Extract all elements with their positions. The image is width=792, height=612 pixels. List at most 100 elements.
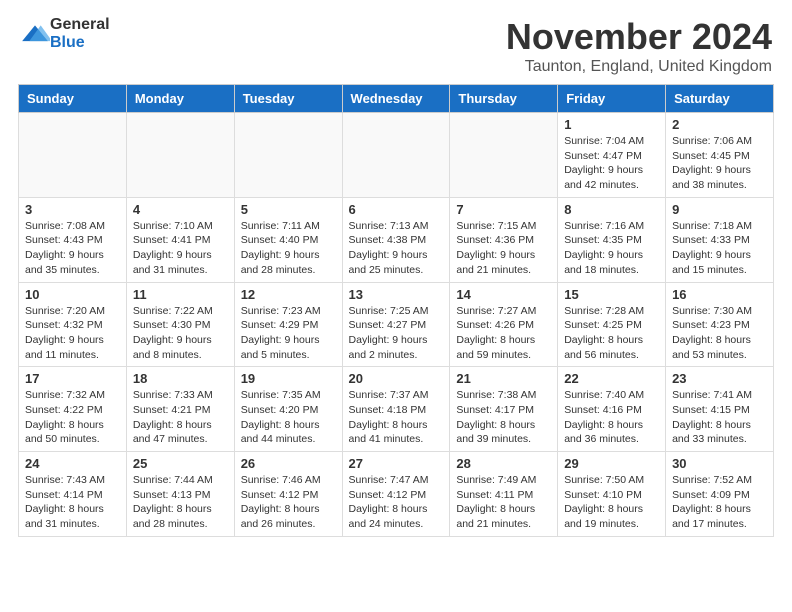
day-number: 3 xyxy=(25,202,120,217)
calendar-cell xyxy=(234,113,342,198)
day-info: Sunrise: 7:06 AM Sunset: 4:45 PM Dayligh… xyxy=(672,134,767,193)
day-number: 11 xyxy=(133,287,228,302)
day-info: Sunrise: 7:46 AM Sunset: 4:12 PM Dayligh… xyxy=(241,473,336,532)
calendar-cell: 14 Sunrise: 7:27 AM Sunset: 4:26 PM Dayli… xyxy=(450,282,558,367)
day-info: Sunrise: 7:11 AM Sunset: 4:40 PM Dayligh… xyxy=(241,219,336,278)
day-info: Sunrise: 7:37 AM Sunset: 4:18 PM Dayligh… xyxy=(349,388,444,447)
calendar-cell xyxy=(126,113,234,198)
calendar-cell: 12Sunrise: 7:23 AM Sunset: 4:29 PM Dayli… xyxy=(234,282,342,367)
day-info: Sunrise: 7:38 AM Sunset: 4:17 PM Dayligh… xyxy=(456,388,551,447)
day-number: 19 xyxy=(241,371,336,386)
day-header-thursday: Thursday xyxy=(450,85,558,113)
header: General Blue November 2024 Taunton, Engl… xyxy=(0,0,792,84)
calendar-week-0: 1 Sunrise: 7:04 AM Sunset: 4:47 PM Daylig… xyxy=(19,113,774,198)
logo-general: General xyxy=(50,16,110,34)
day-number: 25 xyxy=(133,456,228,471)
day-number: 9 xyxy=(672,202,767,217)
day-info: Sunrise: 7:04 AM Sunset: 4:47 PM Dayligh… xyxy=(564,134,659,193)
day-number: 27 xyxy=(349,456,444,471)
day-info: Sunrise: 7:13 AM Sunset: 4:38 PM Dayligh… xyxy=(349,219,444,278)
calendar-cell: 3 Sunrise: 7:08 AM Sunset: 4:43 PM Daylig… xyxy=(19,197,127,282)
calendar-cell: 8Sunrise: 7:16 AM Sunset: 4:35 PM Daylig… xyxy=(558,197,666,282)
day-info: Sunrise: 7:41 AM Sunset: 4:15 PM Dayligh… xyxy=(672,388,767,447)
logo-icon xyxy=(20,24,50,44)
calendar-cell: 11 Sunrise: 7:22 AM Sunset: 4:30 PM Dayli… xyxy=(126,282,234,367)
calendar-header-row: SundayMondayTuesdayWednesdayThursdayFrid… xyxy=(19,85,774,113)
day-number: 14 xyxy=(456,287,551,302)
calendar-cell: 18 Sunrise: 7:33 AM Sunset: 4:21 PM Dayli… xyxy=(126,367,234,452)
day-info: Sunrise: 7:32 AM Sunset: 4:22 PM Dayligh… xyxy=(25,388,120,447)
day-number: 15 xyxy=(564,287,659,302)
calendar-cell: 23 Sunrise: 7:41 AM Sunset: 4:15 PM Dayli… xyxy=(666,367,774,452)
day-number: 12 xyxy=(241,287,336,302)
day-header-friday: Friday xyxy=(558,85,666,113)
month-title: November 2024 xyxy=(506,16,772,58)
title-area: November 2024 Taunton, England, United K… xyxy=(506,16,772,76)
day-info: Sunrise: 7:33 AM Sunset: 4:21 PM Dayligh… xyxy=(133,388,228,447)
day-number: 1 xyxy=(564,117,659,132)
day-info: Sunrise: 7:20 AM Sunset: 4:32 PM Dayligh… xyxy=(25,304,120,363)
day-header-wednesday: Wednesday xyxy=(342,85,450,113)
calendar-cell: 27 Sunrise: 7:47 AM Sunset: 4:12 PM Dayli… xyxy=(342,452,450,537)
calendar-week-4: 24 Sunrise: 7:43 AM Sunset: 4:14 PM Dayli… xyxy=(19,452,774,537)
calendar-cell: 5 Sunrise: 7:11 AM Sunset: 4:40 PM Daylig… xyxy=(234,197,342,282)
calendar-cell xyxy=(450,113,558,198)
day-number: 13 xyxy=(349,287,444,302)
day-number: 8 xyxy=(564,202,659,217)
day-number: 10 xyxy=(25,287,120,302)
day-info: Sunrise: 7:40 AM Sunset: 4:16 PM Dayligh… xyxy=(564,388,659,447)
calendar-table: SundayMondayTuesdayWednesdayThursdayFrid… xyxy=(18,84,774,537)
day-info: Sunrise: 7:44 AM Sunset: 4:13 PM Dayligh… xyxy=(133,473,228,532)
calendar-week-2: 10 Sunrise: 7:20 AM Sunset: 4:32 PM Dayli… xyxy=(19,282,774,367)
day-header-sunday: Sunday xyxy=(19,85,127,113)
calendar-cell: 22 Sunrise: 7:40 AM Sunset: 4:16 PM Dayli… xyxy=(558,367,666,452)
day-number: 23 xyxy=(672,371,767,386)
day-number: 29 xyxy=(564,456,659,471)
calendar-cell: 29 Sunrise: 7:50 AM Sunset: 4:10 PM Dayli… xyxy=(558,452,666,537)
day-info: Sunrise: 7:08 AM Sunset: 4:43 PM Dayligh… xyxy=(25,219,120,278)
day-number: 18 xyxy=(133,371,228,386)
calendar-cell: 16Sunrise: 7:30 AM Sunset: 4:23 PM Dayli… xyxy=(666,282,774,367)
calendar-cell: 28Sunrise: 7:49 AM Sunset: 4:11 PM Dayli… xyxy=(450,452,558,537)
logo-blue: Blue xyxy=(50,34,110,52)
calendar-cell: 17 Sunrise: 7:32 AM Sunset: 4:22 PM Dayli… xyxy=(19,367,127,452)
calendar-cell: 1 Sunrise: 7:04 AM Sunset: 4:47 PM Daylig… xyxy=(558,113,666,198)
day-header-saturday: Saturday xyxy=(666,85,774,113)
day-info: Sunrise: 7:10 AM Sunset: 4:41 PM Dayligh… xyxy=(133,219,228,278)
calendar-week-1: 3 Sunrise: 7:08 AM Sunset: 4:43 PM Daylig… xyxy=(19,197,774,282)
day-header-monday: Monday xyxy=(126,85,234,113)
day-info: Sunrise: 7:43 AM Sunset: 4:14 PM Dayligh… xyxy=(25,473,120,532)
calendar-cell: 30 Sunrise: 7:52 AM Sunset: 4:09 PM Dayli… xyxy=(666,452,774,537)
day-info: Sunrise: 7:50 AM Sunset: 4:10 PM Dayligh… xyxy=(564,473,659,532)
day-number: 24 xyxy=(25,456,120,471)
day-info: Sunrise: 7:47 AM Sunset: 4:12 PM Dayligh… xyxy=(349,473,444,532)
day-number: 22 xyxy=(564,371,659,386)
calendar-cell: 24 Sunrise: 7:43 AM Sunset: 4:14 PM Dayli… xyxy=(19,452,127,537)
calendar-cell: 7 Sunrise: 7:15 AM Sunset: 4:36 PM Daylig… xyxy=(450,197,558,282)
day-number: 7 xyxy=(456,202,551,217)
day-info: Sunrise: 7:49 AM Sunset: 4:11 PM Dayligh… xyxy=(456,473,551,532)
day-info: Sunrise: 7:25 AM Sunset: 4:27 PM Dayligh… xyxy=(349,304,444,363)
day-info: Sunrise: 7:22 AM Sunset: 4:30 PM Dayligh… xyxy=(133,304,228,363)
calendar-cell xyxy=(19,113,127,198)
day-info: Sunrise: 7:15 AM Sunset: 4:36 PM Dayligh… xyxy=(456,219,551,278)
calendar-cell: 21 Sunrise: 7:38 AM Sunset: 4:17 PM Dayli… xyxy=(450,367,558,452)
calendar-wrapper: SundayMondayTuesdayWednesdayThursdayFrid… xyxy=(0,84,792,547)
calendar-cell: 9 Sunrise: 7:18 AM Sunset: 4:33 PM Daylig… xyxy=(666,197,774,282)
day-info: Sunrise: 7:27 AM Sunset: 4:26 PM Dayligh… xyxy=(456,304,551,363)
day-header-tuesday: Tuesday xyxy=(234,85,342,113)
calendar-cell: 4Sunrise: 7:10 AM Sunset: 4:41 PM Daylig… xyxy=(126,197,234,282)
day-info: Sunrise: 7:18 AM Sunset: 4:33 PM Dayligh… xyxy=(672,219,767,278)
calendar-cell: 25 Sunrise: 7:44 AM Sunset: 4:13 PM Dayli… xyxy=(126,452,234,537)
day-info: Sunrise: 7:52 AM Sunset: 4:09 PM Dayligh… xyxy=(672,473,767,532)
day-number: 30 xyxy=(672,456,767,471)
day-number: 26 xyxy=(241,456,336,471)
day-number: 5 xyxy=(241,202,336,217)
location-title: Taunton, England, United Kingdom xyxy=(506,58,772,76)
day-info: Sunrise: 7:30 AM Sunset: 4:23 PM Dayligh… xyxy=(672,304,767,363)
day-number: 21 xyxy=(456,371,551,386)
day-number: 17 xyxy=(25,371,120,386)
day-info: Sunrise: 7:35 AM Sunset: 4:20 PM Dayligh… xyxy=(241,388,336,447)
day-number: 6 xyxy=(349,202,444,217)
calendar-cell: 6 Sunrise: 7:13 AM Sunset: 4:38 PM Daylig… xyxy=(342,197,450,282)
